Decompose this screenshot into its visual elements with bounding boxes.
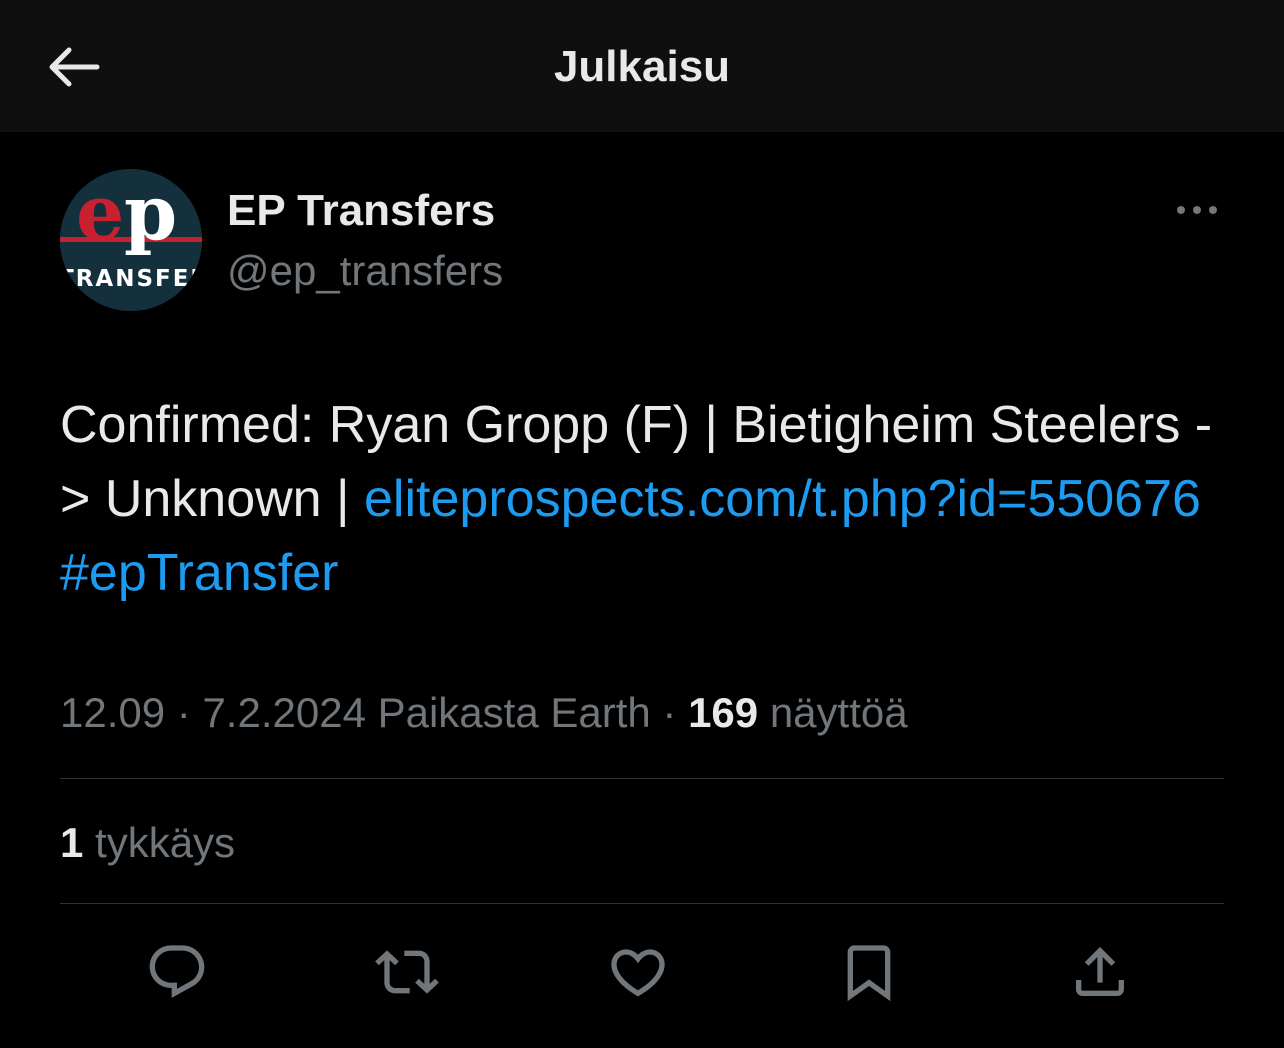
- tweet-text-spacer: [1201, 470, 1215, 528]
- like-button[interactable]: [602, 936, 674, 1008]
- likes-count: 1: [60, 819, 84, 866]
- page-title: Julkaisu: [553, 42, 731, 91]
- avatar[interactable]: e p TRANSFERS: [60, 169, 202, 311]
- more-options-button[interactable]: [1166, 190, 1228, 230]
- hashtag-link[interactable]: #epTransfer: [60, 544, 338, 602]
- tweet-meta: 12.09 · 7.2.2024 Paikasta Earth · 169 nä…: [60, 684, 908, 742]
- tweet-text: Confirmed: Ryan Gropp (F) | Bietigheim S…: [60, 388, 1230, 610]
- repost-button[interactable]: [371, 936, 443, 1008]
- share-icon: [1076, 946, 1124, 996]
- top-bar: Julkaisu: [0, 0, 1284, 132]
- tweet-location: Paikasta Earth: [365, 689, 651, 736]
- bookmark-icon: [847, 945, 891, 1002]
- likes-label: tykkäys: [83, 819, 236, 866]
- share-button[interactable]: [1064, 936, 1136, 1008]
- ep-transfers-logo: e p TRANSFERS: [60, 169, 202, 311]
- svg-text:TRANSFERS: TRANSFERS: [60, 266, 202, 292]
- author-name[interactable]: EP Transfers: [227, 184, 495, 238]
- views-label: näyttöä: [758, 689, 908, 736]
- author-handle[interactable]: @ep_transfers: [227, 244, 503, 298]
- meta-separator: ·: [650, 689, 689, 736]
- svg-text:e: e: [76, 169, 124, 257]
- tweet-link[interactable]: eliteprospects.com/t.php?id=550676: [364, 470, 1201, 528]
- heart-icon: [611, 949, 665, 997]
- repost-icon: [375, 950, 439, 994]
- divider: [60, 903, 1224, 904]
- meta-separator: ·: [165, 689, 203, 736]
- views-count: 169: [688, 689, 759, 736]
- reply-button[interactable]: [141, 936, 213, 1008]
- more-horizontal-icon: [1177, 206, 1217, 214]
- bookmark-button[interactable]: [833, 936, 905, 1008]
- tweet-time[interactable]: 12.09: [60, 689, 165, 736]
- tweet-date[interactable]: 7.2.2024: [202, 689, 366, 736]
- reply-icon: [149, 945, 205, 998]
- likes-stat[interactable]: 1 tykkäys: [60, 814, 235, 872]
- svg-text:p: p: [124, 169, 177, 257]
- divider: [60, 778, 1224, 779]
